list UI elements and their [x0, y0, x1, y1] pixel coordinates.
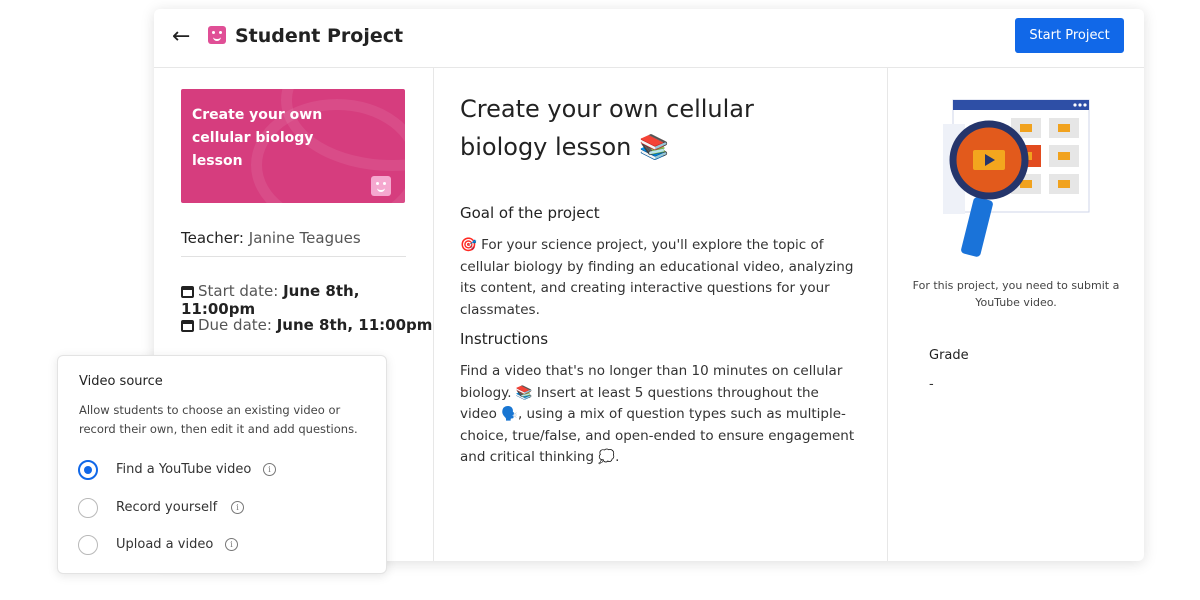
thumbnail-title: Create your own cellular biology lesson — [192, 107, 323, 169]
submission-caption: For this project, you need to submit a Y… — [912, 279, 1120, 309]
info-icon[interactable]: i — [263, 463, 276, 476]
option-find-youtube[interactable]: Find a YouTube video i — [78, 460, 338, 484]
radio-selected[interactable] — [78, 460, 98, 480]
calendar-icon — [181, 320, 194, 332]
submission-panel: For this project, you need to submit a Y… — [887, 68, 1144, 561]
info-icon[interactable]: i — [225, 538, 238, 551]
back-arrow-icon[interactable]: ← — [172, 23, 194, 51]
divider — [181, 256, 406, 257]
video-source-card: Video source Allow students to choose an… — [57, 355, 387, 574]
video-search-illustration — [943, 99, 1090, 257]
radio-unselected[interactable] — [78, 498, 98, 518]
option-label: Find a YouTube video — [116, 462, 252, 477]
due-date-value: June 8th, 11:00pm — [276, 316, 433, 334]
option-label: Record yourself — [116, 500, 218, 515]
info-icon[interactable]: i — [231, 501, 244, 514]
option-label: Upload a video — [116, 537, 214, 552]
goal-heading: Goal of the project — [460, 204, 600, 222]
goal-text: 🎯 For your science project, you'll explo… — [460, 237, 854, 318]
instructions-text: Find a video that's no longer than 10 mi… — [460, 363, 855, 465]
option-upload-video[interactable]: Upload a video i — [78, 535, 338, 559]
project-thumbnail: Create your own cellular biology lesson — [181, 89, 405, 203]
due-date-row: Due date: June 8th, 11:00pm — [181, 316, 432, 334]
video-source-title: Video source — [79, 374, 163, 389]
smiley-badge-icon — [371, 176, 391, 196]
teacher-info: Teacher: Janine Teagues — [181, 229, 361, 247]
page-title: Student Project — [235, 25, 404, 47]
option-record-yourself[interactable]: Record yourself i — [78, 498, 338, 522]
calendar-icon — [181, 286, 194, 298]
start-project-button[interactable]: Start Project — [1015, 18, 1124, 53]
teacher-label: Teacher: — [181, 229, 244, 247]
instructions-heading: Instructions — [460, 330, 549, 348]
start-date-label: Start date: — [198, 282, 279, 300]
video-source-description: Allow students to choose an existing vid… — [79, 403, 358, 436]
grade-label: Grade — [929, 348, 969, 363]
radio-unselected[interactable] — [78, 535, 98, 555]
teacher-name: Janine Teagues — [248, 229, 361, 247]
lesson-title: Create your own cellular biology lesson … — [460, 95, 754, 161]
header-bar: ← Student Project Start Project — [154, 9, 1144, 68]
smiley-logo-icon — [208, 26, 226, 44]
grade-value: - — [929, 377, 934, 392]
start-date-row: Start date: June 8th, 11:00pm — [181, 282, 433, 318]
due-date-label: Due date: — [198, 316, 272, 334]
